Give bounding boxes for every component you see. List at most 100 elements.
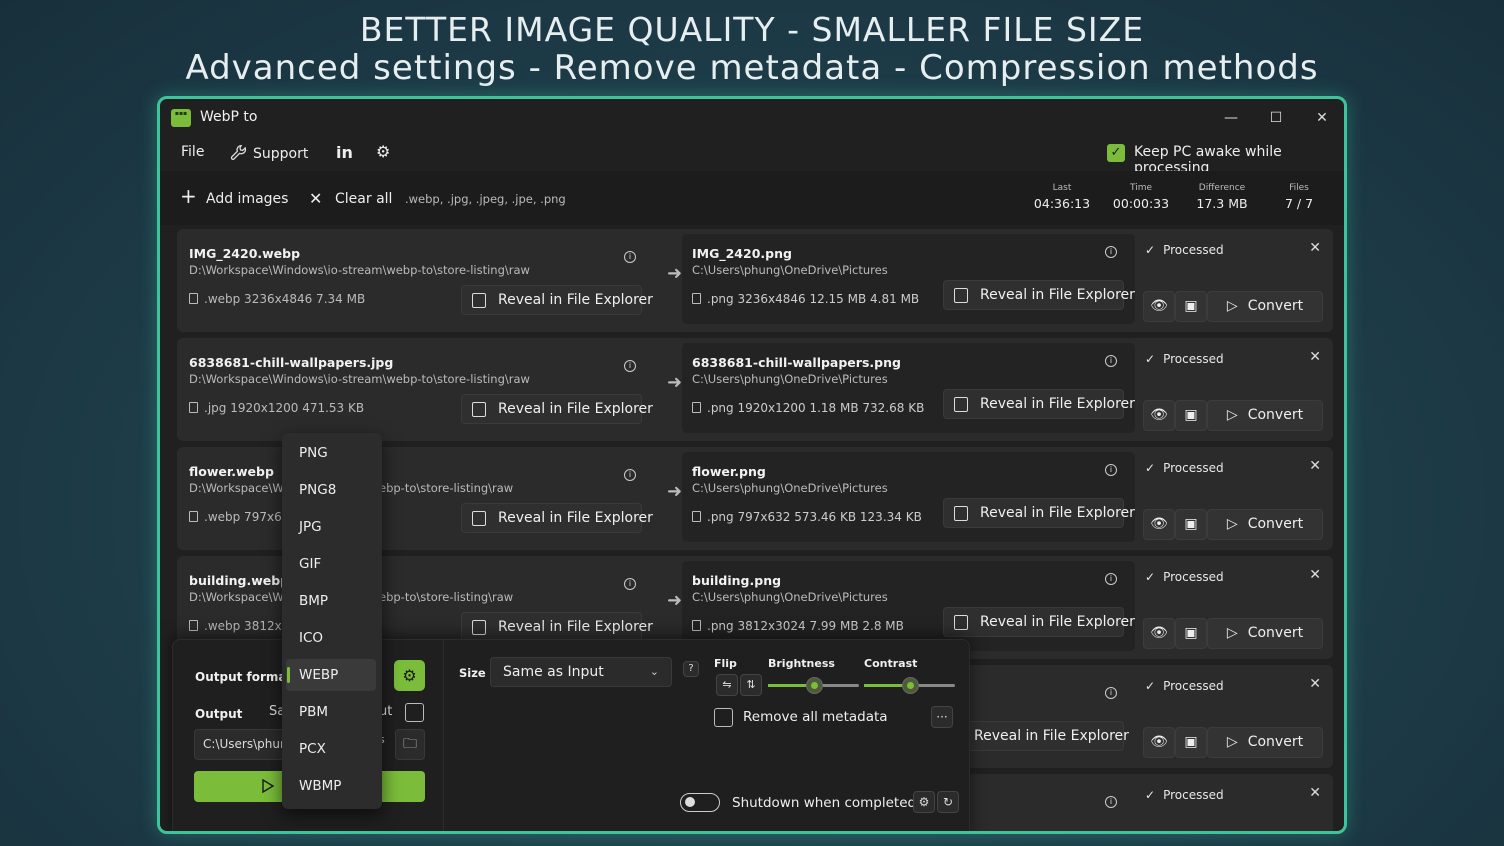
info-icon[interactable]: i bbox=[1105, 796, 1117, 808]
linkedin-icon[interactable]: in bbox=[336, 143, 353, 162]
robot-icon[interactable]: ⚙ bbox=[376, 142, 390, 161]
flip-horizontal-icon[interactable]: ⇋ bbox=[716, 674, 738, 696]
more-options-button[interactable]: ··· bbox=[931, 706, 953, 728]
arrow-right-icon: ➜ bbox=[667, 263, 683, 284]
format-option-png[interactable]: PNG bbox=[286, 437, 376, 469]
format-option-webp[interactable]: WEBP bbox=[286, 659, 376, 691]
info-icon[interactable]: i bbox=[624, 469, 636, 481]
flip-label: Flip bbox=[714, 657, 737, 670]
stat-files: Files 7 / 7 bbox=[1284, 183, 1314, 211]
shutdown-toggle[interactable] bbox=[680, 793, 720, 812]
info-icon[interactable]: i bbox=[1105, 687, 1117, 699]
input-file-name: 6838681-chill-wallpapers.jpg bbox=[189, 355, 394, 370]
brightness-slider[interactable] bbox=[768, 677, 859, 694]
file-row: IMG_2420.webp D:\Workspace\Windows\io-st… bbox=[177, 229, 1333, 332]
file-icon bbox=[189, 402, 198, 413]
preview-eye-icon[interactable]: 👁 bbox=[1143, 618, 1175, 649]
info-icon[interactable]: i bbox=[624, 360, 636, 372]
info-icon[interactable]: i bbox=[1105, 246, 1117, 258]
preview-eye-icon[interactable]: 👁 bbox=[1143, 509, 1175, 540]
close-window-button[interactable]: ✕ bbox=[1306, 105, 1338, 131]
image-icon[interactable]: ▣ bbox=[1175, 727, 1207, 758]
keep-awake-checkbox[interactable]: ✓ bbox=[1107, 144, 1125, 162]
remove-row-button[interactable]: ✕ bbox=[1309, 240, 1321, 256]
preview-eye-icon[interactable]: 👁 bbox=[1143, 727, 1175, 758]
image-icon[interactable]: ▣ bbox=[1175, 400, 1207, 431]
contrast-slider[interactable] bbox=[864, 677, 955, 694]
convert-button[interactable]: ▷ Convert bbox=[1207, 727, 1323, 758]
convert-button[interactable]: ▷ Convert bbox=[1207, 291, 1323, 322]
remove-row-button[interactable]: ✕ bbox=[1309, 349, 1321, 365]
clear-all-button[interactable]: Clear all bbox=[335, 191, 392, 207]
output-reveal-button[interactable]: Reveal in File Explorer bbox=[943, 498, 1135, 528]
maximize-button[interactable]: ☐ bbox=[1260, 105, 1292, 131]
output-reveal-button[interactable]: Reveal in File Explorer bbox=[957, 721, 1129, 751]
format-option-bmp[interactable]: BMP bbox=[286, 585, 376, 617]
refresh-icon[interactable]: ↻ bbox=[937, 791, 959, 813]
convert-button[interactable]: ▷ Convert bbox=[1207, 400, 1323, 431]
folder-open-icon bbox=[472, 511, 486, 526]
format-option-png8[interactable]: PNG8 bbox=[286, 474, 376, 506]
output-reveal-button[interactable]: Reveal in File Explorer bbox=[943, 280, 1135, 310]
input-file-card: IMG_2420.webp D:\Workspace\Windows\io-st… bbox=[177, 234, 667, 324]
folder-open-icon bbox=[472, 402, 486, 417]
output-file-name: 6838681-chill-wallpapers.png bbox=[692, 355, 901, 370]
remove-row-button[interactable]: ✕ bbox=[1309, 676, 1321, 692]
input-file-path: D:\Workspace\Windows\io-stream\webp-to\s… bbox=[189, 372, 530, 386]
convert-button[interactable]: ▷ Convert bbox=[1207, 509, 1323, 540]
folder-open-icon bbox=[472, 620, 486, 635]
remove-row-button[interactable]: ✕ bbox=[1309, 785, 1321, 801]
size-select[interactable]: Same as Input ⌄ bbox=[490, 657, 672, 687]
format-option-pcx[interactable]: PCX bbox=[286, 733, 376, 765]
output-reveal-button[interactable]: Reveal in File Explorer bbox=[943, 607, 1135, 637]
info-icon[interactable]: i bbox=[1105, 355, 1117, 367]
preview-eye-icon[interactable]: 👁 bbox=[1143, 291, 1175, 322]
info-icon[interactable]: i bbox=[624, 251, 636, 263]
input-file-path: D:\Workspace\Wi bbox=[189, 481, 287, 495]
flip-vertical-icon[interactable]: ⇅ bbox=[740, 674, 762, 696]
brightness-thumb[interactable] bbox=[805, 677, 823, 694]
input-reveal-button[interactable]: Reveal in File Explorer bbox=[461, 394, 653, 424]
folder-open-icon bbox=[954, 615, 968, 630]
format-option-jpg[interactable]: JPG bbox=[286, 511, 376, 543]
contrast-label: Contrast bbox=[864, 657, 918, 670]
input-reveal-button[interactable]: Reveal in File Explorer bbox=[461, 503, 653, 533]
output-reveal-button[interactable]: Reveal in File Explorer bbox=[943, 389, 1135, 419]
input-file-meta: .jpg 1920x1200 471.53 KB bbox=[189, 401, 364, 415]
browse-folder-icon[interactable]: 🗀 bbox=[395, 729, 425, 760]
file-icon bbox=[692, 293, 701, 304]
image-icon[interactable]: ▣ bbox=[1175, 291, 1207, 322]
input-reveal-button[interactable]: Reveal in File Explorer bbox=[461, 285, 653, 315]
row-actions: ✓ Processed ✕ 👁 ▣ ▷ Convert bbox=[1143, 447, 1333, 550]
image-icon[interactable]: ▣ bbox=[1175, 618, 1207, 649]
output-path-input[interactable]: C:\Users\phung bbox=[194, 729, 287, 760]
format-settings-gear-icon[interactable]: ⚙ bbox=[394, 660, 425, 691]
input-reveal-button[interactable]: Reveal in File Explorer bbox=[461, 612, 653, 642]
format-option-wbmp[interactable]: WBMP bbox=[286, 770, 376, 802]
menu-file[interactable]: File bbox=[181, 144, 204, 160]
folder-open-icon bbox=[954, 288, 968, 303]
contrast-thumb[interactable] bbox=[901, 677, 919, 694]
info-icon[interactable]: i bbox=[624, 578, 636, 590]
add-images-button[interactable]: Add images bbox=[206, 191, 288, 207]
remove-metadata-checkbox[interactable] bbox=[714, 708, 733, 727]
format-option-ico[interactable]: ICO bbox=[286, 622, 376, 654]
image-icon[interactable]: ▣ bbox=[1175, 509, 1207, 540]
format-option-pbm[interactable]: PBM bbox=[286, 696, 376, 728]
output-format-dropdown[interactable]: PNG PNG8 JPG GIF BMP ICO WEBP PBM PCX WBMP bbox=[282, 433, 382, 809]
convert-button[interactable]: ▷ Convert bbox=[1207, 618, 1323, 649]
format-option-gif[interactable]: GIF bbox=[286, 548, 376, 580]
remove-row-button[interactable]: ✕ bbox=[1309, 567, 1321, 583]
preview-eye-icon[interactable]: 👁 bbox=[1143, 400, 1175, 431]
shutdown-settings-gear-icon[interactable]: ⚙ bbox=[913, 791, 935, 813]
menu-support[interactable]: Support bbox=[230, 144, 308, 162]
output-option-checkbox[interactable] bbox=[405, 703, 424, 722]
remove-row-button[interactable]: ✕ bbox=[1309, 458, 1321, 474]
input-file-path: D:\Workspace\Wi bbox=[189, 590, 287, 604]
size-help-button[interactable]: ? bbox=[683, 661, 699, 677]
info-icon[interactable]: i bbox=[1105, 573, 1117, 585]
minimize-button[interactable]: — bbox=[1215, 105, 1247, 131]
info-icon[interactable]: i bbox=[1105, 464, 1117, 476]
output-file-name: IMG_2420.png bbox=[692, 246, 792, 261]
check-icon: ✓ bbox=[1145, 352, 1156, 366]
